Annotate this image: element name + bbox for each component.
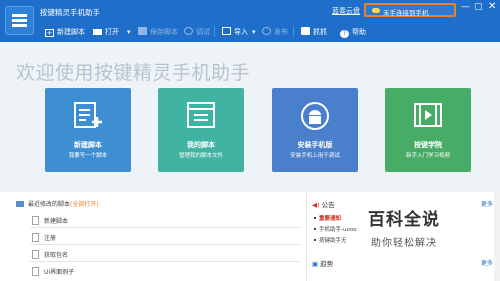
play-icon <box>184 27 193 35</box>
save-script-button[interactable]: 保存脚本 <box>138 26 178 38</box>
divider <box>30 227 300 228</box>
notice-title-label: 公告 <box>321 201 335 209</box>
welcome-title: 欢迎使用按键精灵手机助手 <box>16 62 251 84</box>
list-item[interactable]: 注册 <box>32 233 56 242</box>
recent-header-label: 最近修改的脚本 <box>28 201 71 208</box>
debug-label: 调试 <box>196 28 210 36</box>
video-icon <box>412 101 444 131</box>
save-script-label: 保存脚本 <box>150 28 178 36</box>
notice-item[interactable]: 重要通知 <box>314 214 341 222</box>
chevron-down-icon: ▾ <box>127 28 131 36</box>
notice-item-label: 手机助手-uooo <box>319 227 357 233</box>
help-label: 帮助 <box>352 28 366 36</box>
plus-icon: + <box>45 29 54 37</box>
minimize-button[interactable]: — <box>461 2 470 12</box>
publish-button[interactable]: 发布 <box>262 26 288 38</box>
bullet-icon <box>314 239 316 241</box>
folder-icon <box>93 29 102 35</box>
recent-item-label: 新建脚本 <box>44 218 69 225</box>
capture-label: 抓抓 <box>313 28 327 36</box>
academy-card[interactable]: 按键学院 新手入门学习视频 <box>385 88 471 172</box>
divider <box>30 261 300 262</box>
trend-more-link[interactable]: 更多 <box>481 258 493 267</box>
import-icon <box>222 27 231 35</box>
file-icon <box>32 216 39 225</box>
notice-item-label: 按键助手无 <box>319 238 347 244</box>
recent-item-label: 获取包名 <box>44 252 69 259</box>
card-subtitle: 我要写一个脚本 <box>68 153 108 159</box>
folder-icon <box>16 201 24 207</box>
debug-button[interactable]: 调试 <box>184 26 210 38</box>
notice-item-label: 重要通知 <box>319 216 342 222</box>
open-label: 打开 <box>105 28 119 36</box>
new-script-card[interactable]: 新建脚本 我要写一个脚本 <box>45 88 131 172</box>
open-all-link[interactable]: (全部打开) <box>70 201 99 208</box>
bullet-icon <box>314 217 316 219</box>
new-script-button[interactable]: + 新建脚本 <box>45 26 85 38</box>
new-document-icon <box>72 101 104 131</box>
recent-item-label: 注册 <box>44 235 57 242</box>
import-dropdown-arrow[interactable]: ▾ <box>252 26 256 38</box>
notice-more-link[interactable]: 更多 <box>481 199 493 208</box>
watermark-title: 百科全说 <box>368 210 440 230</box>
new-script-label: 新建脚本 <box>57 28 85 36</box>
connect-phone-button[interactable]: 未手连接到手机 <box>364 3 456 17</box>
card-title: 按键学院 <box>414 141 442 149</box>
maximize-button[interactable]: ▢ <box>474 2 483 12</box>
open-dropdown-arrow[interactable]: ▾ <box>127 26 131 38</box>
menu-icon[interactable] <box>5 6 34 35</box>
open-button[interactable]: 打开 <box>93 26 119 38</box>
phone-icon <box>372 8 380 13</box>
speaker-icon: ◀) <box>312 201 320 209</box>
server-link[interactable]: 蓝奏云盘 <box>332 6 360 16</box>
recent-item-label: UI界面例子 <box>44 269 75 276</box>
my-scripts-card[interactable]: 我的脚本 管理我的脚本文件 <box>158 88 244 172</box>
import-label: 导入 <box>234 28 248 36</box>
close-button[interactable]: ✕ <box>488 1 496 12</box>
install-mobile-card[interactable]: 安装手机版 安装手机上用于调试 <box>272 88 358 172</box>
card-subtitle: 管理我的脚本文件 <box>178 153 223 159</box>
card-subtitle: 安装手机上用于调试 <box>290 153 340 159</box>
android-icon <box>299 101 331 131</box>
card-subtitle: 新手入门学习视频 <box>405 153 450 159</box>
file-icon <box>32 233 39 242</box>
notice-item[interactable]: 按键助手无 <box>314 236 347 244</box>
list-item[interactable]: 获取包名 <box>32 250 68 259</box>
camera-icon <box>301 27 310 35</box>
card-title: 我的脚本 <box>187 141 215 149</box>
app-title: 按键精灵手机助手 <box>40 8 100 17</box>
import-button[interactable]: 导入 <box>222 26 248 38</box>
capture-button[interactable]: 抓抓 <box>301 26 327 38</box>
chevron-down-icon: ▾ <box>252 28 256 36</box>
divider <box>30 244 300 245</box>
help-icon: ? <box>340 30 349 38</box>
notice-item[interactable]: 手机助手-uooo <box>314 225 357 233</box>
list-item[interactable]: UI界面例子 <box>32 267 74 276</box>
publish-icon <box>262 27 271 35</box>
toolbar-divider <box>293 26 294 37</box>
notice-title: ◀) 公告 <box>312 199 335 209</box>
file-icon <box>32 250 39 259</box>
script-window-icon <box>185 101 217 131</box>
publish-label: 发布 <box>274 28 288 36</box>
trend-title-label: 趋势 <box>320 260 334 268</box>
file-icon <box>32 267 39 276</box>
help-button[interactable]: ? 帮助 <box>340 26 366 38</box>
card-title: 新建脚本 <box>74 141 102 149</box>
recent-scripts-header: 最近修改的脚本(全部打开) <box>16 199 99 208</box>
card-title: 安装手机版 <box>297 141 333 149</box>
toolbar-divider <box>214 26 215 37</box>
watermark-subtitle: 助你轻松解决 <box>371 238 437 249</box>
save-icon <box>138 27 147 35</box>
trend-title: ▣ 趋势 <box>312 258 333 268</box>
list-item[interactable]: 新建脚本 <box>32 216 68 225</box>
bullet-icon <box>314 228 316 230</box>
chart-icon: ▣ <box>312 260 319 268</box>
scrollbar[interactable] <box>494 192 500 281</box>
connect-label: 未手连接到手机 <box>383 9 429 17</box>
